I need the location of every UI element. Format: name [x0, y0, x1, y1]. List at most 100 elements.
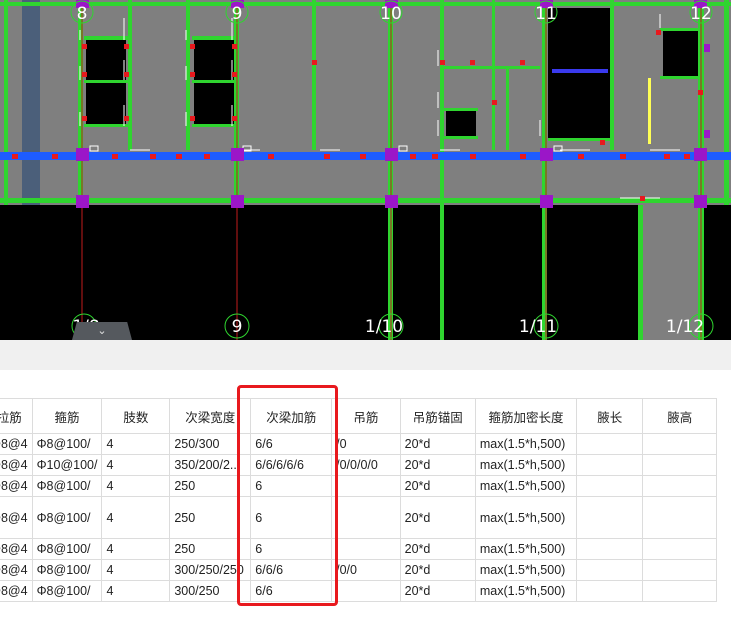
table-cell[interactable]: 6/6/6 [250, 559, 333, 581]
table-cell[interactable]: max(1.5*h,500) [474, 454, 578, 476]
table-cell[interactable]: 4 [101, 454, 171, 476]
table-row[interactable]: Φ8@4Φ8@100/4300/250/2506/6/6/0/020*dmax(… [0, 559, 717, 581]
table-cell[interactable]: 4 [101, 559, 171, 581]
table-cell[interactable]: 20*d [399, 454, 476, 476]
table-cell[interactable]: 250 [169, 538, 252, 560]
table-cell[interactable] [576, 496, 644, 539]
column-header-haunch-length[interactable]: 腋长 [576, 398, 644, 434]
table-cell[interactable] [642, 433, 717, 455]
table-cell[interactable]: 4 [101, 496, 171, 539]
table-cell[interactable]: 6/6 [250, 580, 333, 602]
cad-drawing-canvas[interactable]: 8 9 10 11 12 1/8 9 1/10 1/11 1/12 [0, 0, 731, 340]
column-header-stirrup-dense-length[interactable]: 箍筋加密长度 [474, 398, 578, 434]
table-cell[interactable] [331, 538, 401, 560]
table-cell[interactable]: 6/6/6/6/6 [250, 454, 333, 476]
table-row[interactable]: Φ8@4Φ8@100/42506 20*dmax(1.5*h,500) [0, 475, 717, 497]
table-cell[interactable]: Φ8@100/ [31, 538, 103, 560]
table-cell[interactable] [576, 433, 644, 455]
table-cell[interactable]: 20*d [399, 496, 476, 539]
table-cell[interactable] [642, 538, 717, 560]
table-cell[interactable]: 4 [101, 580, 171, 602]
column-header-secondary-beam-extra-stirrup[interactable]: 次梁加筋 [250, 398, 333, 434]
table-cell[interactable]: max(1.5*h,500) [474, 433, 578, 455]
table-cell[interactable]: 6 [250, 538, 333, 560]
table-cell[interactable]: 350/200/2.. [169, 454, 252, 476]
table-cell[interactable]: 20*d [399, 559, 476, 581]
table-cell[interactable]: Φ8@4 [0, 454, 33, 476]
table-cell[interactable]: Φ8@4 [0, 580, 33, 602]
table-row[interactable]: Φ8@4Φ8@100/4300/2506/6 20*dmax(1.5*h,500) [0, 580, 717, 602]
table-cell[interactable]: 6/6 [250, 433, 333, 455]
table-cell[interactable]: Φ8@100/ [31, 580, 103, 602]
table-cell[interactable] [331, 475, 401, 497]
table-cell[interactable]: /0/0 [331, 559, 401, 581]
column-header-hanger-anchorage[interactable]: 吊筋锚固 [399, 398, 476, 434]
table-cell[interactable]: 300/250 [169, 580, 252, 602]
blue-beam [552, 69, 608, 73]
table-cell[interactable] [642, 475, 717, 497]
column-header-stirrup[interactable]: 箍筋 [31, 398, 103, 434]
axis-label-bottom: 1/12 [666, 317, 704, 337]
table-cell[interactable]: Φ8@100/ [31, 559, 103, 581]
table-cell[interactable]: Φ8@100/ [31, 433, 103, 455]
table-cell[interactable]: /0 [331, 433, 401, 455]
table-cell[interactable]: max(1.5*h,500) [474, 496, 578, 539]
table-cell[interactable]: max(1.5*h,500) [474, 580, 578, 602]
table-cell[interactable]: 4 [101, 538, 171, 560]
cad-plan-view[interactable]: 8 9 10 11 12 1/8 9 1/10 1/11 1/12 [0, 0, 731, 340]
table-cell[interactable] [576, 559, 644, 581]
table-cell[interactable]: 250 [169, 475, 252, 497]
table-row[interactable]: Φ8@4Φ8@100/42506 20*dmax(1.5*h,500) [0, 538, 717, 560]
table-cell[interactable]: max(1.5*h,500) [474, 538, 578, 560]
table-cell[interactable]: /0/0/0/0 [331, 454, 401, 476]
table-cell[interactable]: Φ8@4 [0, 538, 33, 560]
panel-divider [0, 340, 731, 370]
table-cell[interactable]: max(1.5*h,500) [474, 559, 578, 581]
column-header-haunch-height[interactable]: 腋高 [642, 398, 717, 434]
table-cell[interactable]: 250 [169, 496, 252, 539]
table-cell[interactable]: max(1.5*h,500) [474, 475, 578, 497]
panel-collapse-toggle[interactable]: ⌄ [72, 322, 132, 340]
table-body: Φ8@4Φ8@100/4250/3006/6/020*dmax(1.5*h,50… [0, 433, 717, 602]
table-cell[interactable]: 20*d [399, 580, 476, 602]
yellow-beam [648, 78, 651, 144]
table-cell[interactable] [642, 496, 717, 539]
axis-label-top: 12 [690, 4, 712, 24]
column-header-tie-bar[interactable]: 拉筋 [0, 398, 33, 434]
table-cell[interactable]: Φ8@4 [0, 475, 33, 497]
axis-label-bottom: 1/11 [519, 317, 557, 337]
table-cell[interactable] [576, 475, 644, 497]
table-cell[interactable]: 6 [250, 496, 333, 539]
table-cell[interactable]: 300/250/250 [169, 559, 252, 581]
table-cell[interactable]: Φ8@4 [0, 496, 33, 539]
table-cell[interactable]: Φ8@100/ [31, 475, 103, 497]
table-cell[interactable]: 6 [250, 475, 333, 497]
table-row[interactable]: Φ8@4Φ10@100/4350/200/2..6/6/6/6/6/0/0/0/… [0, 454, 717, 476]
table-cell[interactable] [331, 580, 401, 602]
table-cell[interactable]: 20*d [399, 433, 476, 455]
table-cell[interactable]: Φ8@100/ [31, 496, 103, 539]
table-cell[interactable]: 250/300 [169, 433, 252, 455]
column-header-hanger-bar[interactable]: 吊筋 [331, 398, 401, 434]
table-row[interactable]: Φ8@4Φ8@100/4250/3006/6/020*dmax(1.5*h,50… [0, 433, 717, 455]
table-cell[interactable]: Φ10@100/ [31, 454, 103, 476]
axis-label-top: 10 [380, 4, 402, 24]
table-cell[interactable] [576, 580, 644, 602]
column-header-secondary-beam-width[interactable]: 次梁宽度 [169, 398, 252, 434]
table-cell[interactable]: 4 [101, 475, 171, 497]
column-header-legs[interactable]: 肢数 [101, 398, 171, 434]
opening [446, 110, 476, 138]
table-cell[interactable]: 20*d [399, 475, 476, 497]
table-cell[interactable]: 4 [101, 433, 171, 455]
table-cell[interactable] [642, 580, 717, 602]
table-cell[interactable] [642, 559, 717, 581]
table-cell[interactable] [576, 538, 644, 560]
slab-opening [22, 0, 40, 205]
table-cell[interactable]: Φ8@4 [0, 433, 33, 455]
table-cell[interactable] [331, 496, 401, 539]
table-cell[interactable] [576, 454, 644, 476]
table-cell[interactable] [642, 454, 717, 476]
table-cell[interactable]: Φ8@4 [0, 559, 33, 581]
table-row[interactable]: Φ8@4Φ8@100/42506 20*dmax(1.5*h,500) [0, 496, 717, 539]
table-cell[interactable]: 20*d [399, 538, 476, 560]
